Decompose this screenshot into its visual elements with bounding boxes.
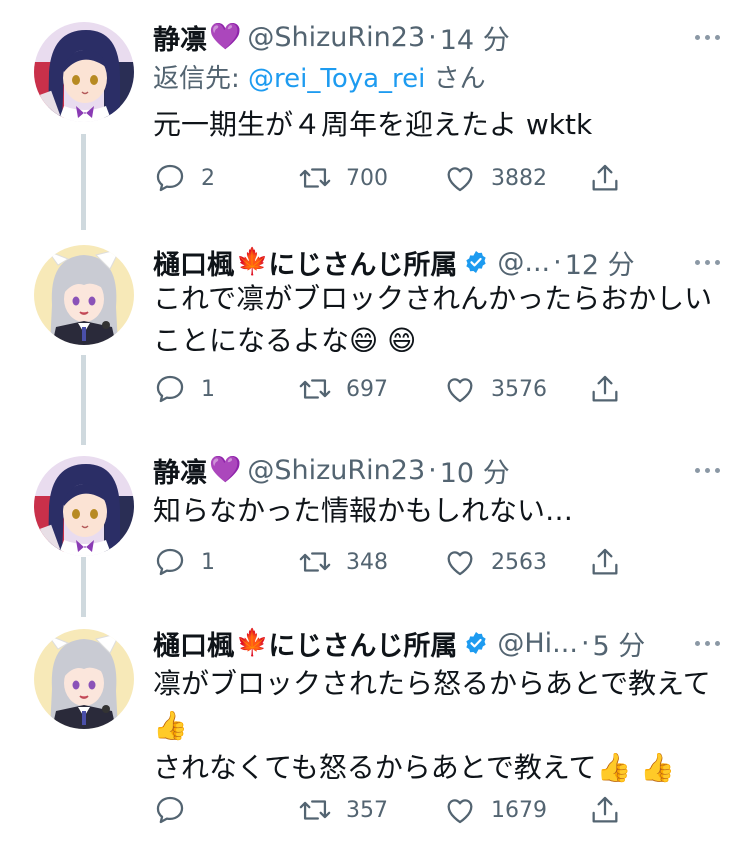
reply-count: 1 [201, 376, 215, 402]
tweet[interactable]: 樋口楓 🍁 にじさんじ所属 @... · 12 分 これで凛がブロックされんかっ… [0, 225, 750, 435]
like-button[interactable]: 2563 [443, 542, 547, 582]
avatar[interactable] [34, 22, 134, 122]
tweet-header: 静凛 💜 @ShizuRin23 · 10 分 [153, 448, 720, 492]
separator-dot: · [428, 21, 437, 53]
tweet-text: 元一期生が４周年を迎えたよ wktk [153, 108, 593, 141]
purple-heart-emoji: 💜 [209, 22, 242, 52]
user-handle[interactable]: @... [497, 247, 550, 278]
user-handle[interactable]: @Hi... [497, 628, 578, 659]
heart-icon [447, 799, 473, 824]
like-count: 2563 [491, 549, 547, 575]
reply-button[interactable] [153, 790, 201, 830]
reply-icon [156, 548, 184, 576]
reply-button[interactable]: 2 [153, 158, 215, 198]
avatar[interactable] [34, 456, 134, 556]
reply-to-label: 返信先: [153, 64, 249, 94]
retweet-count: 697 [346, 376, 388, 402]
tweet-actions: 2 700 3882 [153, 158, 633, 198]
share-button[interactable] [588, 542, 622, 582]
higuchi-avatar-image [34, 245, 134, 345]
share-icon [592, 164, 618, 191]
reply-icon [156, 796, 184, 824]
display-name[interactable]: 静凛 [153, 451, 207, 490]
share-icon [592, 796, 618, 823]
like-button[interactable]: 3882 [443, 158, 547, 198]
more-dots-icon[interactable] [690, 621, 720, 665]
tweet-actions: 1 348 2563 [153, 542, 633, 582]
display-name[interactable]: 静凛 [153, 18, 207, 57]
reply-icon [156, 164, 184, 192]
like-count: 3882 [491, 165, 547, 191]
user-handle[interactable]: @ShizuRin23 [247, 22, 425, 53]
tweet-text: 凛がブロックされたら怒るからあとで教えて 👍 されなくても怒るからあとで教えて👍… [153, 667, 711, 784]
separator-dot: · [553, 246, 562, 278]
retweet-icon [299, 800, 331, 820]
share-button[interactable] [588, 158, 622, 198]
retweet-icon [299, 379, 331, 399]
reply-count: 1 [201, 549, 215, 575]
like-button[interactable]: 3576 [443, 369, 547, 409]
tweet-text: 知らなかった情報かもしれない… [153, 494, 574, 527]
reply-to-line: 返信先: @rei_Toya_rei さん [153, 58, 486, 95]
retweet-count: 348 [346, 549, 388, 575]
shizurin-avatar-image [34, 456, 134, 556]
heart-icon [447, 167, 473, 192]
retweet-button[interactable]: 348 [298, 542, 388, 582]
like-count: 3576 [491, 376, 547, 402]
reply-button[interactable]: 1 [153, 369, 215, 409]
more-dots-icon[interactable] [690, 448, 720, 492]
tweet-header: 樋口楓 🍁 にじさんじ所属 @Hi... · 5 分 [153, 621, 720, 665]
retweet-button[interactable]: 357 [298, 790, 388, 830]
maple-leaf-emoji: 🍁 [236, 628, 269, 658]
reply-count: 2 [201, 165, 215, 191]
tweet[interactable]: 静凛 💜 @ShizuRin23 · 14 分 返信先: @rei_Toya_r… [0, 0, 750, 220]
display-name[interactable]: 樋口楓 [153, 243, 234, 282]
retweet-count: 357 [346, 797, 388, 823]
share-button[interactable] [588, 369, 622, 409]
share-icon [592, 548, 618, 575]
tweet-actions: 1 697 3576 [153, 369, 633, 409]
avatar[interactable] [34, 245, 134, 345]
timestamp[interactable]: 12 分 [565, 243, 635, 282]
retweet-count: 700 [346, 165, 388, 191]
like-count: 1679 [491, 797, 547, 823]
tweet-header: 静凛 💜 @ShizuRin23 · 14 分 [153, 15, 720, 59]
timestamp[interactable]: 10 分 [440, 451, 510, 490]
display-name-affiliation[interactable]: にじさんじ所属 [268, 624, 457, 663]
verified-badge-icon [463, 249, 489, 275]
retweet-button[interactable]: 697 [298, 369, 388, 409]
tweet-text: これで凛がブロックされんかったらおかしい ことになるよな😄 😄 [153, 282, 713, 357]
heart-icon [447, 378, 473, 403]
reply-to-suffix: さん [425, 64, 486, 94]
tweet[interactable]: 樋口楓 🍁 にじさんじ所属 @Hi... · 5 分 凛がブロックされたら怒るか… [0, 615, 750, 845]
tweet[interactable]: 静凛 💜 @ShizuRin23 · 10 分 知らなかった情報かもしれない… … [0, 440, 750, 610]
display-name-affiliation[interactable]: にじさんじ所属 [268, 243, 457, 282]
maple-leaf-emoji: 🍁 [236, 247, 269, 277]
display-name[interactable]: 樋口楓 [153, 624, 234, 663]
retweet-icon [299, 168, 331, 188]
share-icon [592, 375, 618, 402]
tweet-actions: 357 1679 [153, 790, 633, 830]
user-handle[interactable]: @ShizuRin23 [247, 455, 425, 486]
retweet-icon [299, 552, 331, 572]
verified-badge-icon [463, 630, 489, 656]
timestamp[interactable]: 5 分 [593, 624, 646, 663]
separator-dot: · [428, 454, 437, 486]
purple-heart-emoji: 💜 [209, 455, 242, 485]
separator-dot: · [580, 627, 590, 659]
retweet-button[interactable]: 700 [298, 158, 388, 198]
reply-button[interactable]: 1 [153, 542, 215, 582]
heart-icon [447, 551, 473, 576]
like-button[interactable]: 1679 [443, 790, 547, 830]
timestamp[interactable]: 14 分 [440, 18, 510, 57]
share-button[interactable] [588, 790, 622, 830]
more-dots-icon[interactable] [690, 15, 720, 59]
reply-icon [156, 375, 184, 403]
shizurin-avatar-image [34, 22, 134, 122]
avatar[interactable] [34, 629, 134, 729]
higuchi-avatar-image [34, 629, 134, 729]
reply-to-mention[interactable]: @rei_Toya_rei [248, 64, 425, 94]
